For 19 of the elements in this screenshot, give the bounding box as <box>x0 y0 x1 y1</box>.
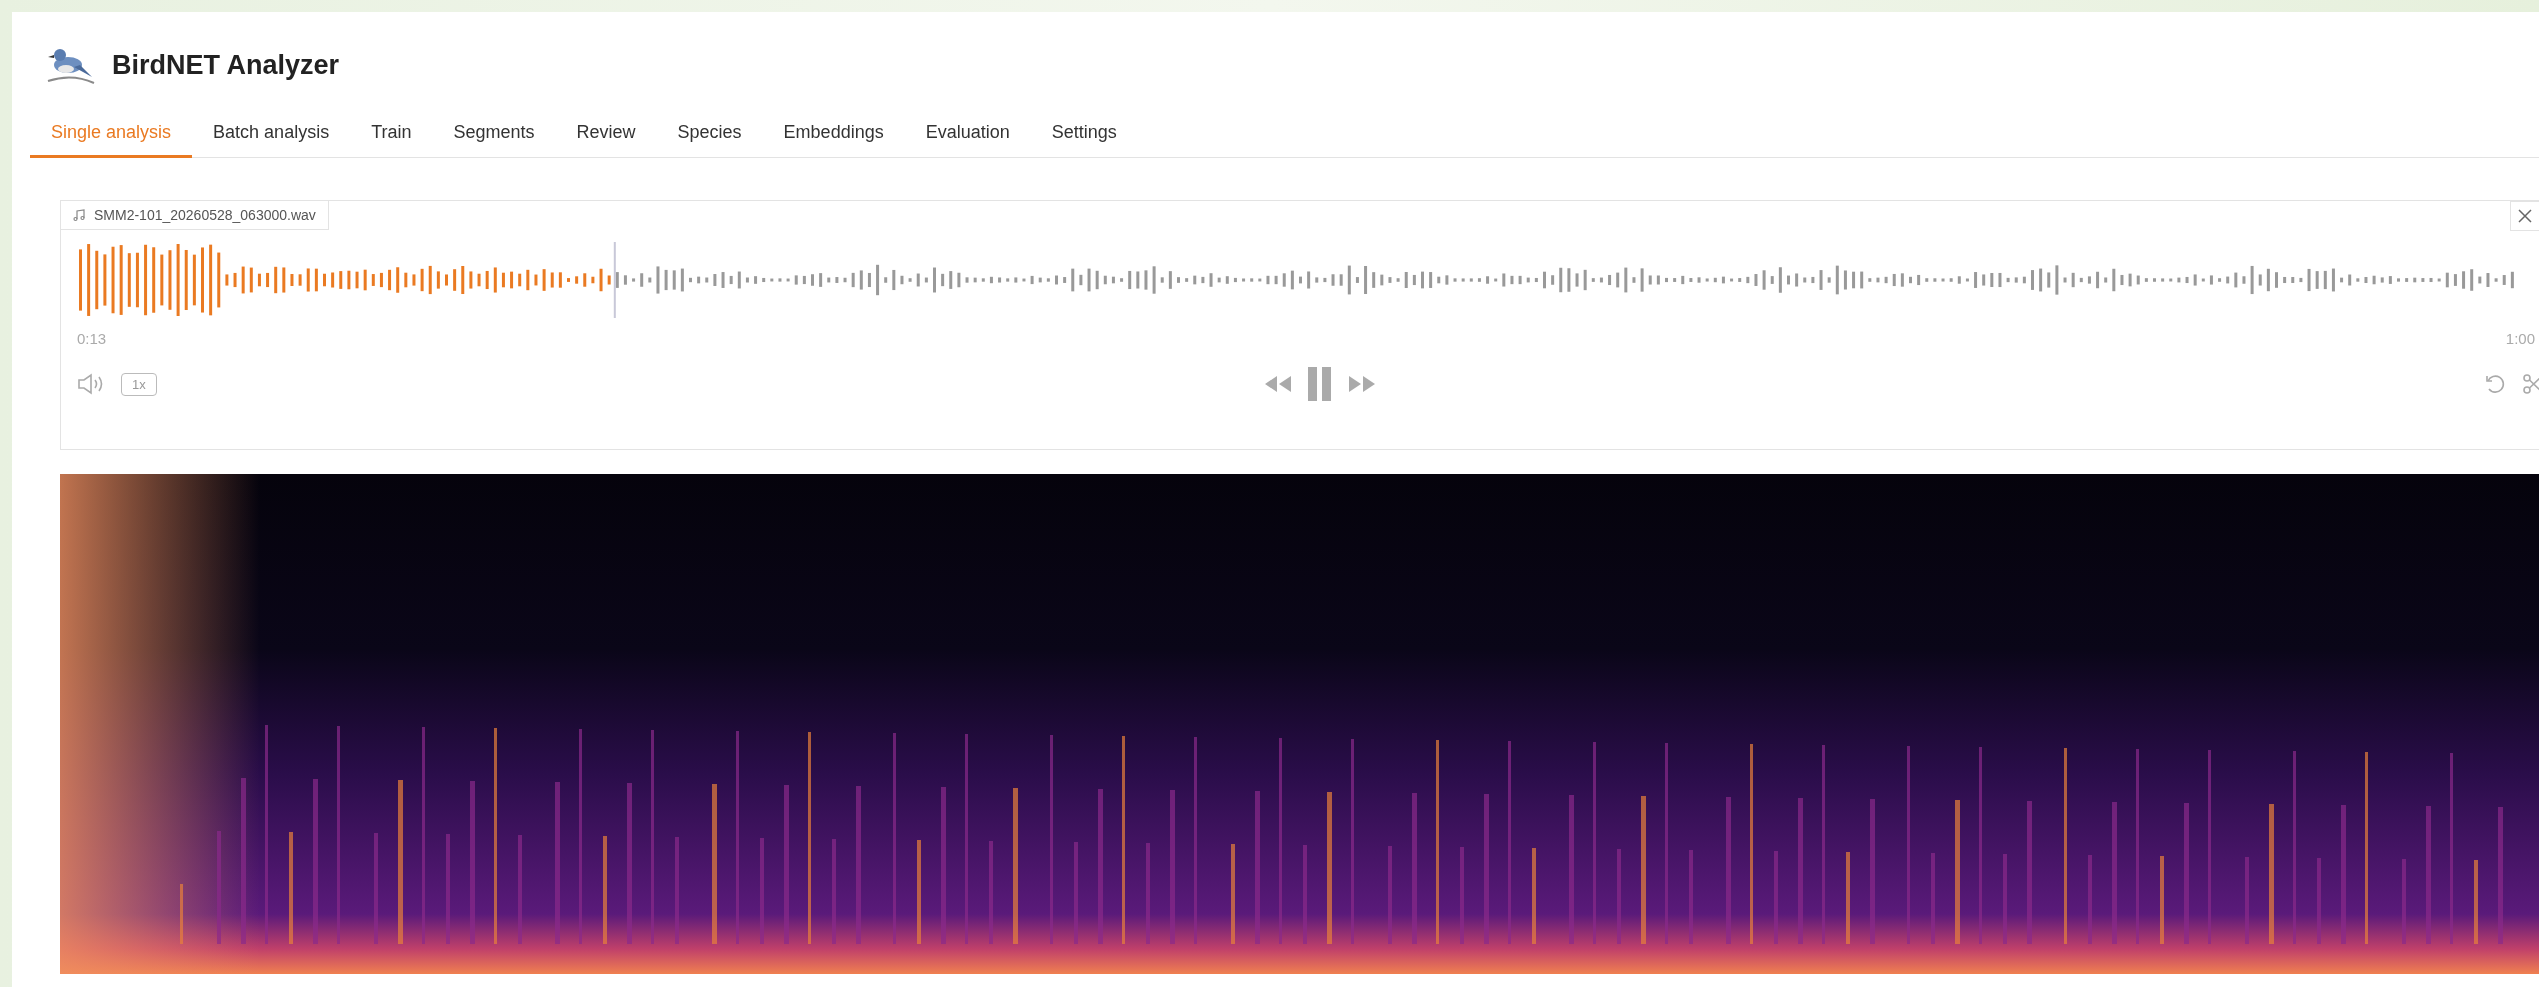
tab[interactable]: Train <box>350 112 433 158</box>
undo-icon[interactable] <box>2483 372 2507 396</box>
current-time: 0:13 <box>77 330 107 347</box>
tab[interactable]: Review <box>555 112 657 158</box>
tab[interactable]: Evaluation <box>904 112 1031 158</box>
pause-icon[interactable] <box>1306 367 1333 401</box>
tab[interactable]: Species <box>656 112 763 158</box>
music-note-icon <box>73 208 86 222</box>
tab[interactable]: Segments <box>432 112 556 158</box>
tab[interactable]: Settings <box>1030 112 1138 158</box>
scissors-icon[interactable] <box>2521 372 2539 396</box>
duration: 1:00 <box>2505 330 2535 347</box>
close-button[interactable] <box>2510 201 2539 231</box>
waveform-drawing[interactable] <box>77 240 2517 320</box>
tab[interactable]: Batch analysis <box>192 112 351 158</box>
fast-forward-icon[interactable] <box>1346 375 1377 393</box>
app-title: BirdNET Analyzer <box>112 49 340 81</box>
tab[interactable]: Embeddings <box>762 112 905 158</box>
file-name: SMM2-101_20260528_063000.wav <box>94 207 316 223</box>
